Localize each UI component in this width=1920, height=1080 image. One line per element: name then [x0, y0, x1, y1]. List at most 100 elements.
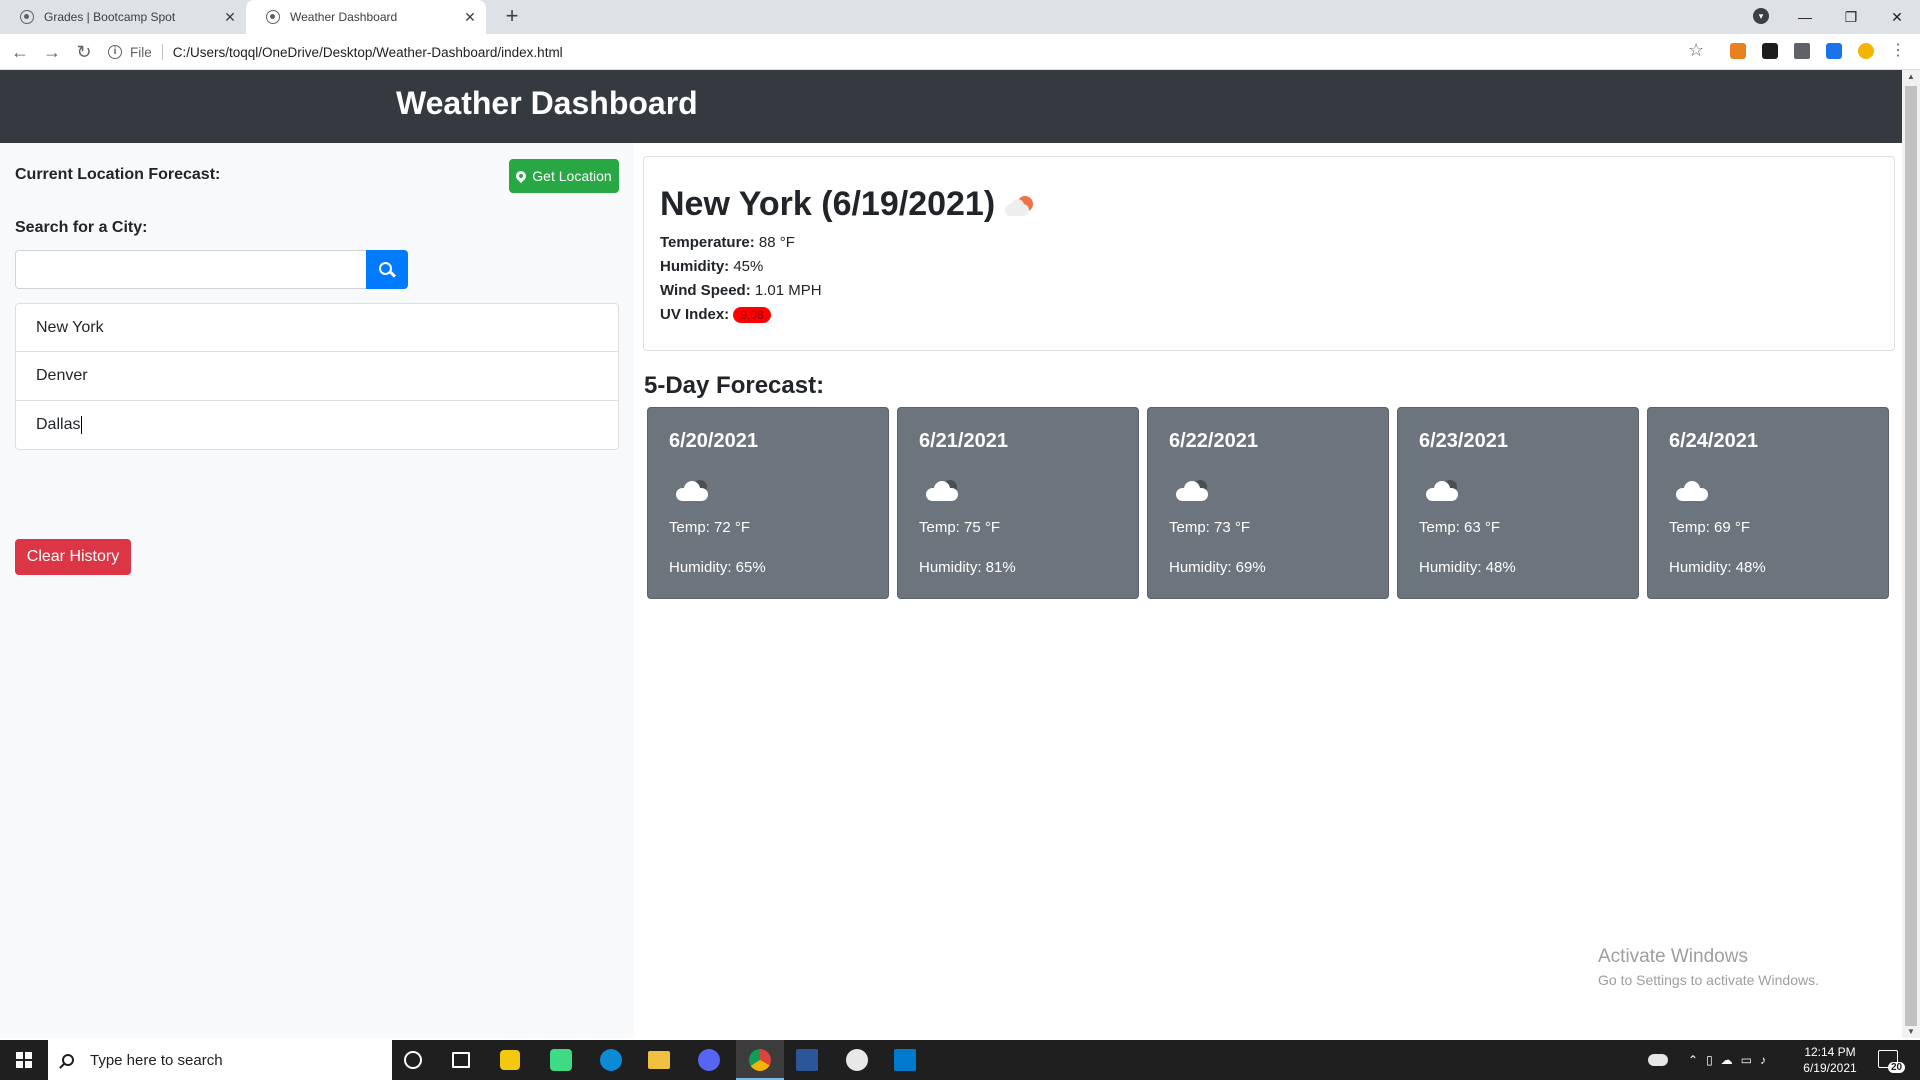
- browser-tab-strip: Grades | Bootcamp Spot ✕ Weather Dashboa…: [0, 0, 1920, 34]
- info-icon[interactable]: i: [108, 45, 122, 59]
- tab-weather-dashboard[interactable]: Weather Dashboard ✕: [246, 0, 486, 34]
- forecast-date: 6/21/2021: [919, 430, 1008, 452]
- search-button[interactable]: [366, 250, 408, 289]
- device-icon[interactable]: ▯: [1706, 1053, 1713, 1067]
- scrollbar-thumb[interactable]: [1905, 86, 1917, 1026]
- clear-history-button[interactable]: Clear History: [15, 539, 131, 575]
- forecast-card: 6/22/2021 Temp: 73 °F Humidity: 69%: [1147, 407, 1389, 599]
- restore-icon[interactable]: ❐: [1828, 9, 1874, 26]
- weather-cloud-icon[interactable]: [1648, 1054, 1668, 1066]
- profile-avatar-icon[interactable]: [1858, 43, 1874, 59]
- system-tray: ⌃ ▯ ☁ ▭ ♪: [1688, 1040, 1798, 1080]
- uv-index-row: UV Index: 9.08: [660, 306, 771, 324]
- temperature-label: Temperature:: [660, 234, 755, 251]
- divider: [161, 44, 163, 60]
- globe-icon: [266, 10, 280, 24]
- activate-windows-watermark: Activate Windows Go to Settings to activ…: [1598, 946, 1819, 988]
- watermark-title: Activate Windows: [1598, 946, 1748, 967]
- forecast-humidity: Humidity: 65%: [669, 559, 766, 576]
- partly-cloudy-sun-icon: [1003, 192, 1039, 218]
- metamask-extension-icon[interactable]: [1730, 43, 1746, 59]
- volume-icon[interactable]: ♪: [1760, 1053, 1766, 1067]
- minimize-icon[interactable]: —: [1782, 9, 1828, 25]
- app-icon[interactable]: [550, 1049, 572, 1071]
- reload-icon[interactable]: ↻: [72, 40, 96, 64]
- clear-history-label: Clear History: [26, 548, 120, 565]
- task-view-icon[interactable]: [452, 1052, 470, 1068]
- cortana-icon[interactable]: [404, 1051, 422, 1069]
- cloud-icon: [676, 478, 712, 502]
- search-icon: [62, 1054, 74, 1066]
- vscode-icon[interactable]: [894, 1049, 916, 1071]
- get-location-button[interactable]: Get Location: [509, 159, 619, 193]
- store-icon[interactable]: [500, 1050, 520, 1070]
- current-city-date: New York (6/19/2021): [660, 185, 996, 223]
- extensions-puzzle-icon[interactable]: [1794, 43, 1810, 59]
- wind-speed-value: 1.01 MPH: [754, 282, 822, 299]
- scroll-up-icon[interactable]: ▲: [1902, 72, 1920, 81]
- forecast-humidity: Humidity: 48%: [1669, 559, 1766, 576]
- cast-icon[interactable]: [1826, 43, 1842, 59]
- forecast-date: 6/22/2021: [1169, 430, 1258, 452]
- start-button[interactable]: [0, 1040, 48, 1080]
- tab-grades[interactable]: Grades | Bootcamp Spot ✕: [0, 0, 246, 34]
- file-explorer-icon[interactable]: [648, 1051, 670, 1069]
- tab-title: Weather Dashboard: [290, 10, 398, 24]
- tab-search-icon[interactable]: ▾: [1753, 8, 1769, 24]
- cloud-icon: [1176, 478, 1212, 502]
- cloud-icon: [1676, 478, 1712, 502]
- extension-icon[interactable]: [1762, 43, 1778, 59]
- city-search-input[interactable]: [15, 250, 367, 289]
- close-tab-icon[interactable]: ✕: [220, 9, 240, 26]
- chrome-taskbar-button[interactable]: [736, 1040, 784, 1080]
- forecast-date: 6/20/2021: [669, 430, 758, 452]
- taskbar-clock[interactable]: 12:14 PM 6/19/2021: [1790, 1044, 1870, 1076]
- edge-icon[interactable]: [600, 1049, 622, 1071]
- close-window-icon[interactable]: ✕: [1874, 9, 1920, 26]
- word-icon[interactable]: [796, 1049, 818, 1071]
- history-item[interactable]: New York: [15, 303, 619, 352]
- forecast-title: 5-Day Forecast:: [644, 372, 825, 399]
- scroll-down-icon[interactable]: ▼: [1902, 1027, 1920, 1036]
- uv-index-label: UV Index:: [660, 306, 730, 323]
- bookmark-star-icon[interactable]: ☆: [1688, 40, 1704, 61]
- url-text[interactable]: C:/Users/toqql/OneDrive/Desktop/Weather-…: [173, 45, 563, 60]
- window-controls: — ❐ ✕: [1782, 0, 1920, 34]
- page-scrollbar[interactable]: ▲ ▼: [1902, 70, 1920, 1038]
- discord-icon[interactable]: [698, 1049, 720, 1071]
- address-bar[interactable]: i File C:/Users/toqql/OneDrive/Desktop/W…: [108, 38, 1708, 66]
- cloud-icon: [1426, 478, 1462, 502]
- uv-index-badge: 9.08: [733, 307, 771, 324]
- globe-icon: [20, 10, 34, 24]
- history-item-label: Dallas: [36, 416, 81, 433]
- forecast-card: 6/24/2021 Temp: 69 °F Humidity: 48%: [1647, 407, 1889, 599]
- taskbar-search-box[interactable]: Type here to search: [48, 1040, 392, 1080]
- close-tab-icon[interactable]: ✕: [460, 9, 480, 26]
- history-item[interactable]: Denver: [15, 352, 619, 401]
- web-page: Weather Dashboard Current Location Forec…: [0, 70, 1902, 1038]
- forecast-card: 6/23/2021 Temp: 63 °F Humidity: 48%: [1397, 407, 1639, 599]
- taskbar-search-placeholder: Type here to search: [90, 1051, 223, 1069]
- watermark-subtitle: Go to Settings to activate Windows.: [1598, 972, 1819, 988]
- current-weather-card: New York (6/19/2021) Temperature: 88 °F …: [643, 156, 1895, 351]
- forecast-card: 6/21/2021 Temp: 75 °F Humidity: 81%: [897, 407, 1139, 599]
- forecast-humidity: Humidity: 69%: [1169, 559, 1266, 576]
- slack-icon[interactable]: [846, 1049, 868, 1071]
- forecast-temp: Temp: 75 °F: [919, 519, 1001, 536]
- forward-icon[interactable]: →: [40, 40, 64, 64]
- humidity-value: 45%: [733, 258, 764, 275]
- windows-logo-icon: [16, 1052, 32, 1068]
- forecast-date: 6/23/2021: [1419, 430, 1508, 452]
- url-scheme: File: [130, 44, 152, 60]
- current-location-label: Current Location Forecast:: [15, 166, 221, 183]
- onedrive-icon[interactable]: ☁: [1721, 1053, 1733, 1067]
- history-item[interactable]: Dallas: [15, 401, 619, 450]
- browser-menu-icon[interactable]: ⋮: [1890, 43, 1906, 59]
- page-title: Weather Dashboard: [396, 85, 698, 121]
- back-icon[interactable]: ←: [8, 40, 32, 64]
- new-tab-button[interactable]: +: [500, 5, 524, 29]
- wind-speed-label: Wind Speed:: [660, 282, 751, 299]
- browser-toolbar: ← → ↻ i File C:/Users/toqql/OneDrive/Des…: [0, 34, 1920, 70]
- network-icon[interactable]: ▭: [1741, 1053, 1752, 1067]
- chevron-up-icon[interactable]: ⌃: [1688, 1053, 1698, 1067]
